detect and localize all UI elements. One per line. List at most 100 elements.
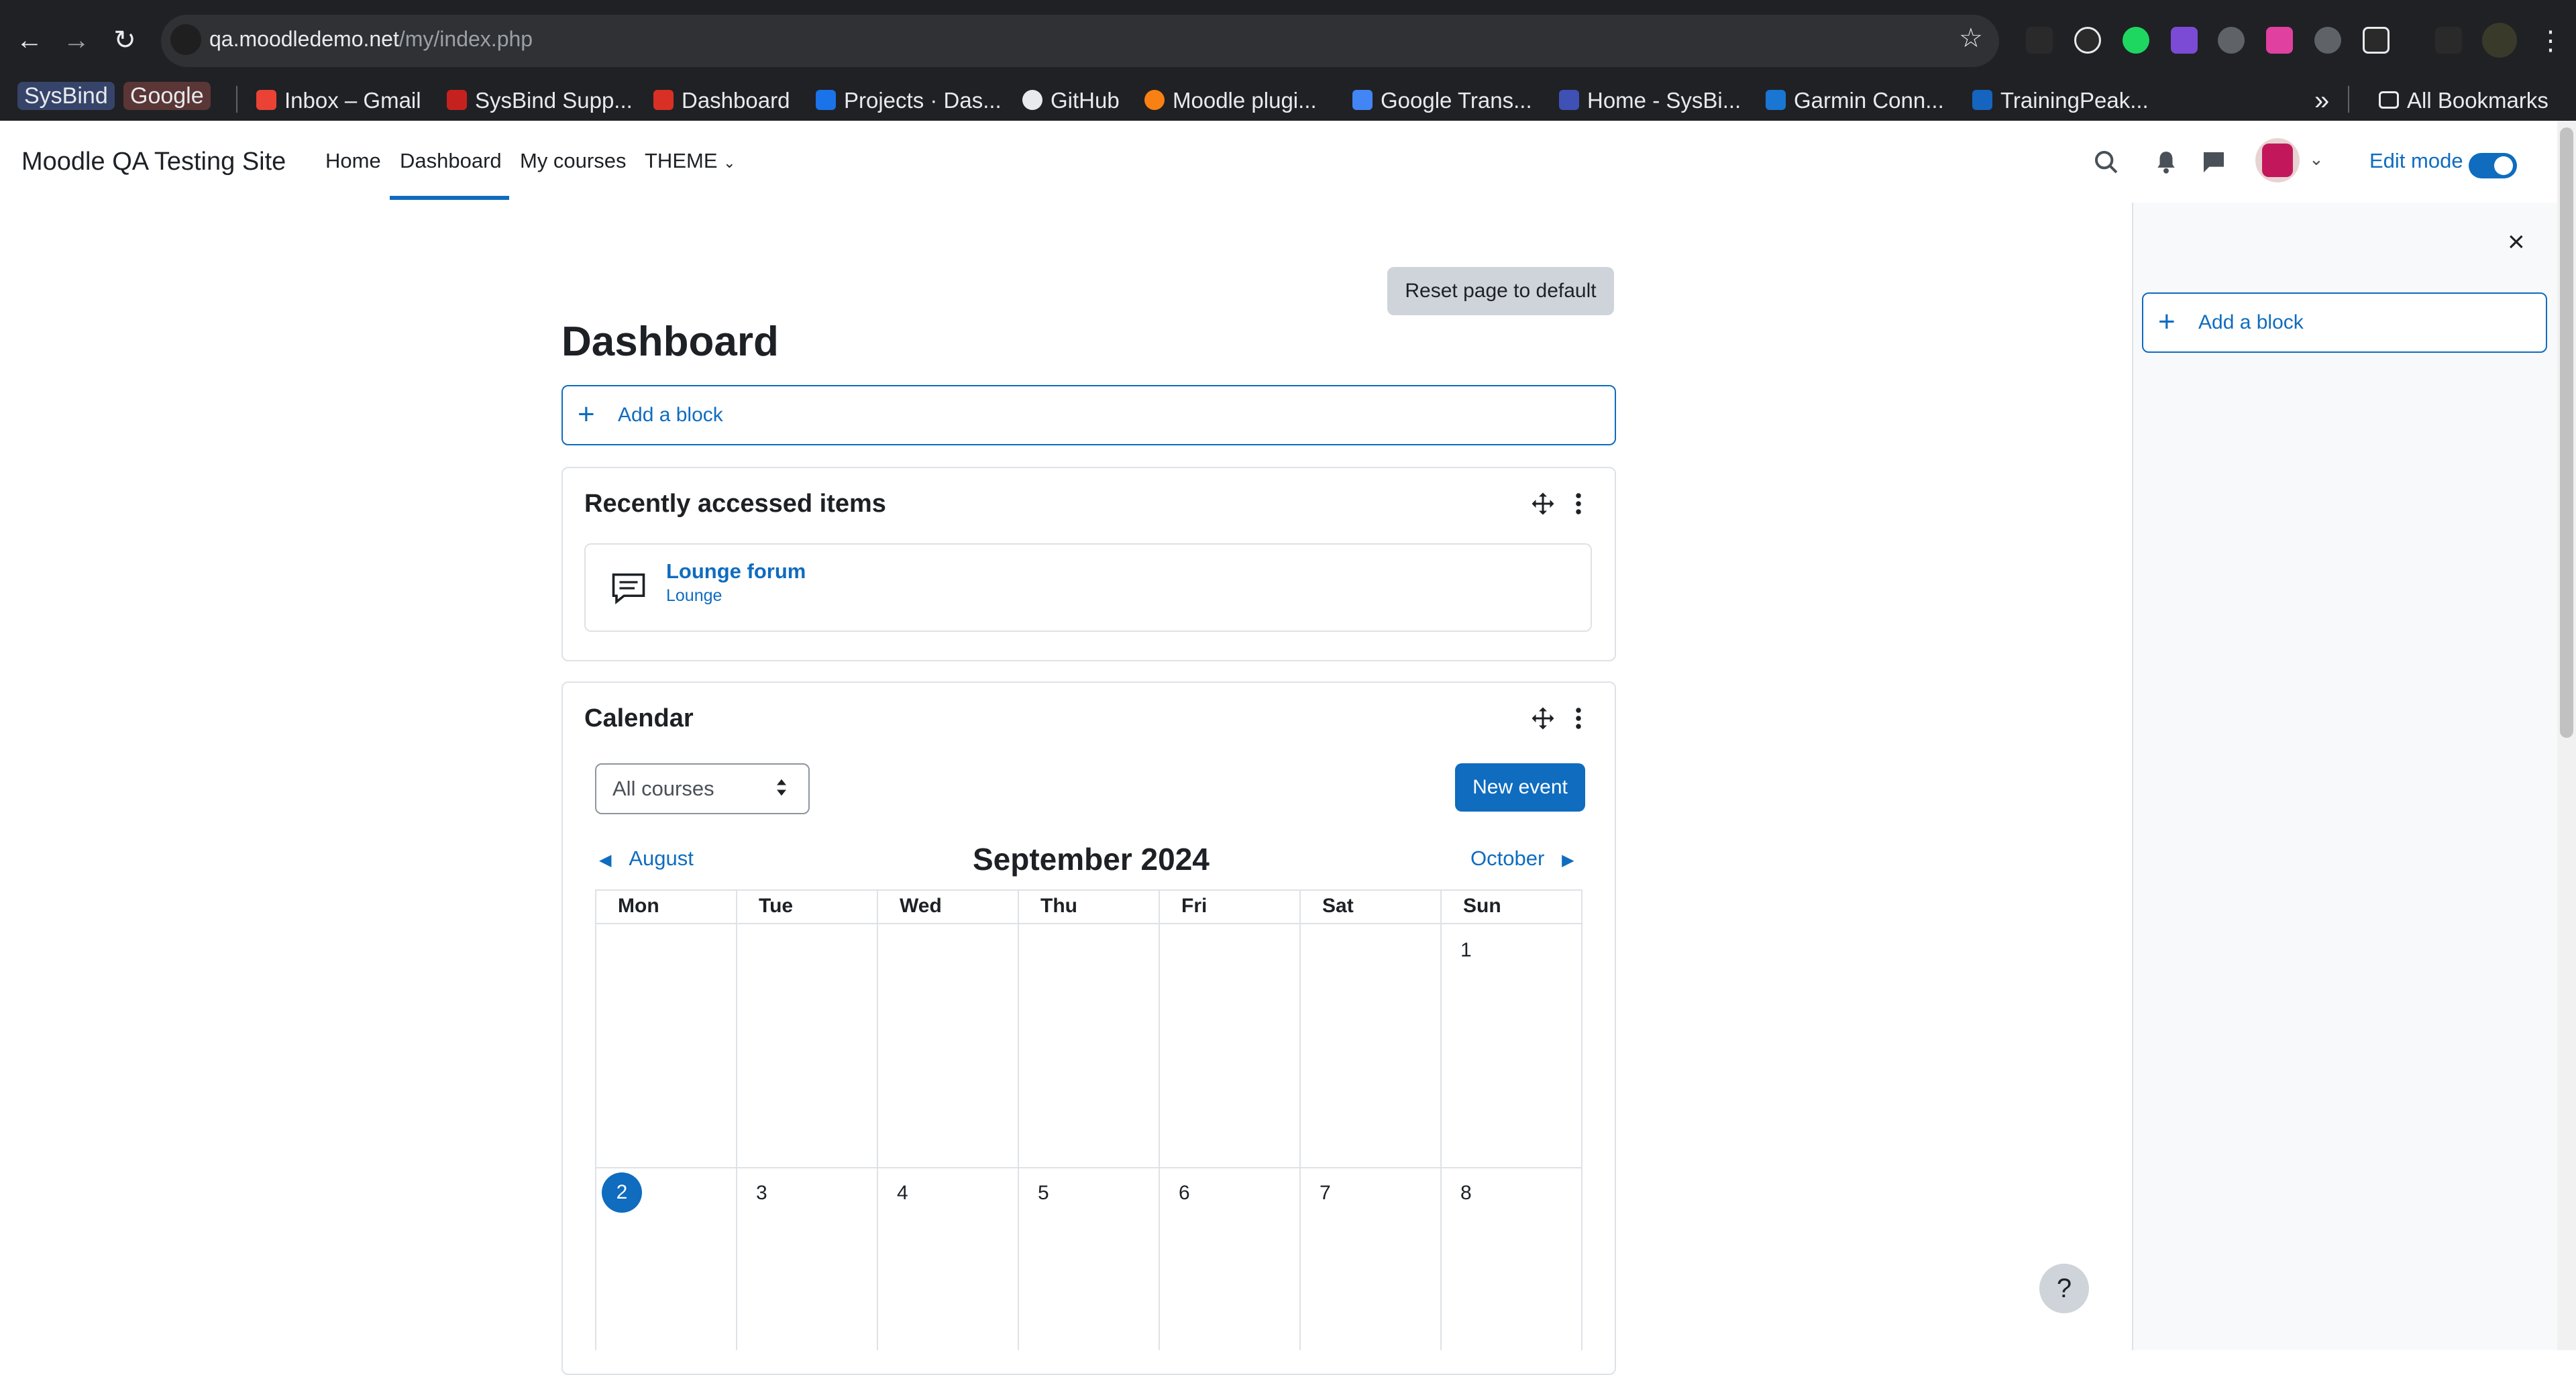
search-icon[interactable] <box>2093 149 2120 176</box>
day-cell[interactable]: 3 <box>756 1182 767 1205</box>
chevron-down-icon: ⌄ <box>723 154 736 171</box>
day-cell[interactable]: 1 <box>1460 939 1472 962</box>
day-cell[interactable]: 8 <box>1460 1182 1472 1205</box>
bookmark-home-sysbind[interactable]: Home - SysBi... <box>1559 80 1741 121</box>
course-filter-value: All courses <box>612 777 714 800</box>
bookmark-google[interactable]: Google <box>123 82 211 110</box>
day-cell[interactable]: 7 <box>1320 1182 1331 1205</box>
bookmark-moodle-plugins[interactable]: Moodle plugi... <box>1144 80 1317 121</box>
nav-dashboard[interactable]: Dashboard <box>400 149 502 173</box>
bookmark-projects[interactable]: Projects · Das... <box>816 80 1002 121</box>
grid-line <box>1581 889 1582 1350</box>
bell-icon[interactable] <box>2153 149 2179 176</box>
bookmark-gmail[interactable]: Inbox – Gmail <box>256 80 421 121</box>
translate-icon <box>1352 90 1373 111</box>
move-icon[interactable] <box>1531 706 1555 730</box>
user-menu-chevron-icon[interactable]: ⌄ <box>2309 149 2324 170</box>
grid-line <box>736 889 737 1350</box>
site-info-icon[interactable] <box>170 24 201 55</box>
nav-my-courses[interactable]: My courses <box>520 149 626 173</box>
day-header-sat: Sat <box>1322 895 1354 917</box>
bookmark-garmin[interactable]: Garmin Conn... <box>1766 80 1944 121</box>
day-header-tue: Tue <box>759 895 794 917</box>
drawer-add-block-button[interactable]: + Add a block <box>2142 292 2547 353</box>
extension-green-icon[interactable] <box>2123 27 2149 54</box>
grid-line <box>595 889 1581 891</box>
reload-icon[interactable]: ↻ <box>105 20 145 60</box>
active-nav-indicator <box>390 196 509 200</box>
bookmark-label: Projects · Das... <box>844 88 1002 113</box>
bookmark-label: Google Trans... <box>1381 88 1532 113</box>
toggle-knob <box>2494 156 2513 175</box>
nav-theme[interactable]: THEME ⌄ <box>645 149 736 173</box>
user-avatar[interactable] <box>2255 138 2300 182</box>
current-month: September 2024 <box>973 842 1210 877</box>
extensions-puzzle-icon[interactable] <box>2363 27 2390 54</box>
extension-pink-icon[interactable] <box>2266 27 2293 54</box>
r-icon <box>447 90 467 111</box>
url-text: qa.moodledemo.net/my/index.php <box>209 27 533 52</box>
extension-g-icon[interactable] <box>2314 27 2341 54</box>
scrollbar-thumb[interactable] <box>2560 127 2573 738</box>
day-header-mon: Mon <box>618 895 659 917</box>
grid-line <box>595 923 1581 924</box>
help-button[interactable]: ? <box>2039 1264 2089 1313</box>
folder-icon <box>2379 91 2399 109</box>
back-icon[interactable]: ← <box>9 20 50 60</box>
extension-w-icon[interactable] <box>2218 27 2245 54</box>
select-arrows-icon <box>777 779 786 796</box>
github-icon <box>1022 90 1042 111</box>
edit-mode-label: Edit mode <box>2369 149 2463 172</box>
block-menu-icon[interactable] <box>1574 706 1582 730</box>
prev-month-link[interactable]: ◀ August <box>599 846 694 871</box>
recent-item-name[interactable]: Lounge forum <box>666 559 806 584</box>
bookmark-dashboard[interactable]: Dashboard <box>653 80 790 121</box>
block-drawer <box>2132 203 2559 1350</box>
move-icon[interactable] <box>1531 492 1555 516</box>
day-cell[interactable]: 4 <box>897 1182 908 1205</box>
extension-clock-icon[interactable] <box>2074 27 2101 54</box>
recent-item-card[interactable] <box>584 543 1592 632</box>
recent-item-course[interactable]: Lounge <box>666 586 722 606</box>
bookmark-sysbind[interactable]: SysBind <box>17 82 115 110</box>
bookmark-separator <box>236 86 237 113</box>
extension-fire-icon[interactable] <box>2026 27 2053 54</box>
browser-menu-icon[interactable]: ⋮ <box>2537 25 2564 56</box>
all-bookmarks[interactable]: All Bookmarks <box>2379 80 2548 121</box>
bookmark-star-icon[interactable]: ☆ <box>1959 23 1983 54</box>
site-name[interactable]: Moodle QA Testing Site <box>21 148 286 176</box>
gmail-icon <box>256 90 276 111</box>
nav-home[interactable]: Home <box>325 149 381 173</box>
avatar-picture <box>2262 144 2293 177</box>
new-event-button[interactable]: New event <box>1455 763 1585 812</box>
profile-avatar[interactable] <box>2482 23 2517 58</box>
day-cell[interactable]: 5 <box>1038 1182 1049 1205</box>
messages-icon[interactable] <box>2200 149 2227 176</box>
calendar-title: Calendar <box>584 704 694 732</box>
more-bookmarks-icon[interactable]: » <box>2314 80 2329 121</box>
plus-icon: + <box>578 398 595 431</box>
day-cell[interactable]: 6 <box>1179 1182 1190 1205</box>
close-drawer-icon[interactable]: × <box>2508 225 2525 259</box>
add-block-button[interactable]: + Add a block <box>561 385 1616 445</box>
grid-line <box>1299 889 1301 1350</box>
bookmark-separator <box>2348 86 2349 113</box>
extension-purple-icon[interactable] <box>2171 27 2198 54</box>
bookmark-sysbind-support[interactable]: SysBind Supp... <box>447 80 633 121</box>
next-month-link[interactable]: October ▶ <box>1470 846 1574 871</box>
bookmark-github[interactable]: GitHub <box>1022 80 1120 121</box>
moodle-navbar <box>0 121 2576 204</box>
z-icon <box>653 90 674 111</box>
recent-items-title: Recently accessed items <box>584 490 886 518</box>
bookmark-trainingpeaks[interactable]: TrainingPeak... <box>1972 80 2149 121</box>
plus-icon: + <box>2158 305 2176 338</box>
reset-page-button[interactable]: Reset page to default <box>1387 267 1614 315</box>
prev-month-label: August <box>629 846 694 870</box>
reading-list-icon[interactable] <box>2435 27 2462 54</box>
block-menu-icon[interactable] <box>1574 492 1582 516</box>
day-cell-today[interactable]: 2 <box>602 1172 642 1213</box>
forward-icon[interactable]: → <box>56 20 97 60</box>
nav-theme-label: THEME <box>645 149 718 172</box>
bookmark-google-translate[interactable]: Google Trans... <box>1352 80 1532 121</box>
grid-icon <box>1559 90 1579 111</box>
